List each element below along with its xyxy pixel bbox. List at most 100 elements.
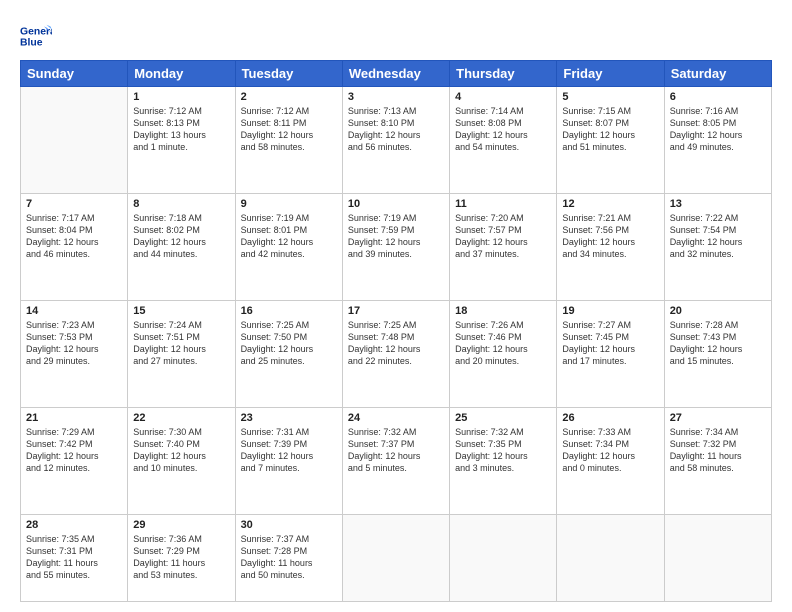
cell-info: Sunrise: 7:16 AMSunset: 8:05 PMDaylight:…: [670, 105, 766, 154]
cell-info: Sunrise: 7:27 AMSunset: 7:45 PMDaylight:…: [562, 319, 658, 368]
calendar-cell: 4 Sunrise: 7:14 AMSunset: 8:08 PMDaylight…: [450, 87, 557, 194]
day-number: 21: [26, 412, 122, 424]
cell-info: Sunrise: 7:28 AMSunset: 7:43 PMDaylight:…: [670, 319, 766, 368]
cell-info: Sunrise: 7:35 AMSunset: 7:31 PMDaylight:…: [26, 533, 122, 582]
calendar-cell: 19 Sunrise: 7:27 AMSunset: 7:45 PMDayligh…: [557, 300, 664, 407]
day-number: 15: [133, 305, 229, 317]
calendar-cell: 3 Sunrise: 7:13 AMSunset: 8:10 PMDaylight…: [342, 87, 449, 194]
day-number: 5: [562, 91, 658, 103]
cell-info: Sunrise: 7:24 AMSunset: 7:51 PMDaylight:…: [133, 319, 229, 368]
day-number: 13: [670, 198, 766, 210]
page: General Blue SundayMondayTuesdayWednesda…: [0, 0, 792, 612]
calendar-cell: 1Sunrise: 7:12 AMSunset: 8:13 PMDaylight…: [128, 87, 235, 194]
cell-info: Sunrise: 7:31 AMSunset: 7:39 PMDaylight:…: [241, 426, 337, 475]
calendar-cell: 10 Sunrise: 7:19 AMSunset: 7:59 PMDayligh…: [342, 193, 449, 300]
calendar-cell: 22Sunrise: 7:30 AMSunset: 7:40 PMDayligh…: [128, 407, 235, 514]
day-number: 18: [455, 305, 551, 317]
cell-info: Sunrise: 7:17 AMSunset: 8:04 PMDaylight:…: [26, 212, 122, 261]
day-header-sunday: Sunday: [21, 61, 128, 87]
calendar-cell: [342, 514, 449, 602]
day-number: 11: [455, 198, 551, 210]
cell-info: Sunrise: 7:33 AMSunset: 7:34 PMDaylight:…: [562, 426, 658, 475]
calendar-cell: 14 Sunrise: 7:23 AMSunset: 7:53 PMDayligh…: [21, 300, 128, 407]
week-row-2: 7Sunrise: 7:17 AMSunset: 8:04 PMDaylight…: [21, 193, 772, 300]
calendar-cell: 15 Sunrise: 7:24 AMSunset: 7:51 PMDayligh…: [128, 300, 235, 407]
cell-info: Sunrise: 7:15 AMSunset: 8:07 PMDaylight:…: [562, 105, 658, 154]
calendar-cell: 29 Sunrise: 7:36 AMSunset: 7:29 PMDayligh…: [128, 514, 235, 602]
cell-info: Sunrise: 7:23 AMSunset: 7:53 PMDaylight:…: [26, 319, 122, 368]
calendar-table: SundayMondayTuesdayWednesdayThursdayFrid…: [20, 60, 772, 602]
calendar-cell: 8 Sunrise: 7:18 AMSunset: 8:02 PMDaylight…: [128, 193, 235, 300]
cell-info: Sunrise: 7:37 AMSunset: 7:28 PMDaylight:…: [241, 533, 337, 582]
calendar-cell: 16Sunrise: 7:25 AMSunset: 7:50 PMDayligh…: [235, 300, 342, 407]
calendar-cell: 9 Sunrise: 7:19 AMSunset: 8:01 PMDaylight…: [235, 193, 342, 300]
calendar-cell: 11 Sunrise: 7:20 AMSunset: 7:57 PMDayligh…: [450, 193, 557, 300]
cell-info: Sunrise: 7:36 AMSunset: 7:29 PMDaylight:…: [133, 533, 229, 582]
calendar-cell: 21 Sunrise: 7:29 AMSunset: 7:42 PMDayligh…: [21, 407, 128, 514]
cell-info: Sunrise: 7:19 AMSunset: 7:59 PMDaylight:…: [348, 212, 444, 261]
cell-info: Sunrise: 7:34 AMSunset: 7:32 PMDaylight:…: [670, 426, 766, 475]
day-number: 24: [348, 412, 444, 424]
cell-info: Sunrise: 7:29 AMSunset: 7:42 PMDaylight:…: [26, 426, 122, 475]
cell-info: Sunrise: 7:32 AMSunset: 7:37 PMDaylight:…: [348, 426, 444, 475]
calendar-cell: 20 Sunrise: 7:28 AMSunset: 7:43 PMDayligh…: [664, 300, 771, 407]
day-number: 9: [241, 198, 337, 210]
day-number: 19: [562, 305, 658, 317]
calendar-cell: 24 Sunrise: 7:32 AMSunset: 7:37 PMDayligh…: [342, 407, 449, 514]
calendar-cell: [664, 514, 771, 602]
logo: General Blue: [20, 20, 56, 52]
calendar-cell: 25 Sunrise: 7:32 AMSunset: 7:35 PMDayligh…: [450, 407, 557, 514]
cell-info: Sunrise: 7:13 AMSunset: 8:10 PMDaylight:…: [348, 105, 444, 154]
cell-info: Sunrise: 7:20 AMSunset: 7:57 PMDaylight:…: [455, 212, 551, 261]
calendar-cell: 18 Sunrise: 7:26 AMSunset: 7:46 PMDayligh…: [450, 300, 557, 407]
cell-info: Sunrise: 7:14 AMSunset: 8:08 PMDaylight:…: [455, 105, 551, 154]
calendar-cell: 7Sunrise: 7:17 AMSunset: 8:04 PMDaylight…: [21, 193, 128, 300]
day-number: 14: [26, 305, 122, 317]
week-row-3: 14 Sunrise: 7:23 AMSunset: 7:53 PMDayligh…: [21, 300, 772, 407]
cell-info: Sunrise: 7:26 AMSunset: 7:46 PMDaylight:…: [455, 319, 551, 368]
day-header-friday: Friday: [557, 61, 664, 87]
day-number: 3: [348, 91, 444, 103]
calendar-cell: 13Sunrise: 7:22 AMSunset: 7:54 PMDayligh…: [664, 193, 771, 300]
day-number: 10: [348, 198, 444, 210]
cell-info: Sunrise: 7:32 AMSunset: 7:35 PMDaylight:…: [455, 426, 551, 475]
calendar-cell: 26 Sunrise: 7:33 AMSunset: 7:34 PMDayligh…: [557, 407, 664, 514]
week-row-5: 28 Sunrise: 7:35 AMSunset: 7:31 PMDayligh…: [21, 514, 772, 602]
day-number: 12: [562, 198, 658, 210]
day-number: 25: [455, 412, 551, 424]
day-header-thursday: Thursday: [450, 61, 557, 87]
week-row-1: 1Sunrise: 7:12 AMSunset: 8:13 PMDaylight…: [21, 87, 772, 194]
calendar-cell: [21, 87, 128, 194]
calendar-cell: 2 Sunrise: 7:12 AMSunset: 8:11 PMDaylight…: [235, 87, 342, 194]
calendar-cell: 17Sunrise: 7:25 AMSunset: 7:48 PMDayligh…: [342, 300, 449, 407]
calendar-cell: 12 Sunrise: 7:21 AMSunset: 7:56 PMDayligh…: [557, 193, 664, 300]
calendar-cell: 27 Sunrise: 7:34 AMSunset: 7:32 PMDayligh…: [664, 407, 771, 514]
calendar-cell: 30 Sunrise: 7:37 AMSunset: 7:28 PMDayligh…: [235, 514, 342, 602]
day-number: 23: [241, 412, 337, 424]
cell-info: Sunrise: 7:19 AMSunset: 8:01 PMDaylight:…: [241, 212, 337, 261]
cell-info: Sunrise: 7:18 AMSunset: 8:02 PMDaylight:…: [133, 212, 229, 261]
day-number: 30: [241, 519, 337, 531]
calendar-cell: [557, 514, 664, 602]
cell-info: Sunrise: 7:12 AMSunset: 8:11 PMDaylight:…: [241, 105, 337, 154]
day-number: 4: [455, 91, 551, 103]
day-number: 27: [670, 412, 766, 424]
cell-info: Sunrise: 7:12 AMSunset: 8:13 PMDaylight:…: [133, 105, 229, 154]
day-header-wednesday: Wednesday: [342, 61, 449, 87]
week-row-4: 21 Sunrise: 7:29 AMSunset: 7:42 PMDayligh…: [21, 407, 772, 514]
day-number: 29: [133, 519, 229, 531]
day-number: 6: [670, 91, 766, 103]
logo-icon: General Blue: [20, 20, 52, 52]
cell-info: Sunrise: 7:30 AMSunset: 7:40 PMDaylight:…: [133, 426, 229, 475]
day-number: 28: [26, 519, 122, 531]
header: General Blue: [20, 16, 772, 52]
day-number: 17: [348, 305, 444, 317]
day-number: 20: [670, 305, 766, 317]
svg-text:Blue: Blue: [20, 38, 43, 49]
day-header-monday: Monday: [128, 61, 235, 87]
day-number: 2: [241, 91, 337, 103]
day-number: 8: [133, 198, 229, 210]
calendar-cell: 6 Sunrise: 7:16 AMSunset: 8:05 PMDaylight…: [664, 87, 771, 194]
day-number: 26: [562, 412, 658, 424]
cell-info: Sunrise: 7:21 AMSunset: 7:56 PMDaylight:…: [562, 212, 658, 261]
